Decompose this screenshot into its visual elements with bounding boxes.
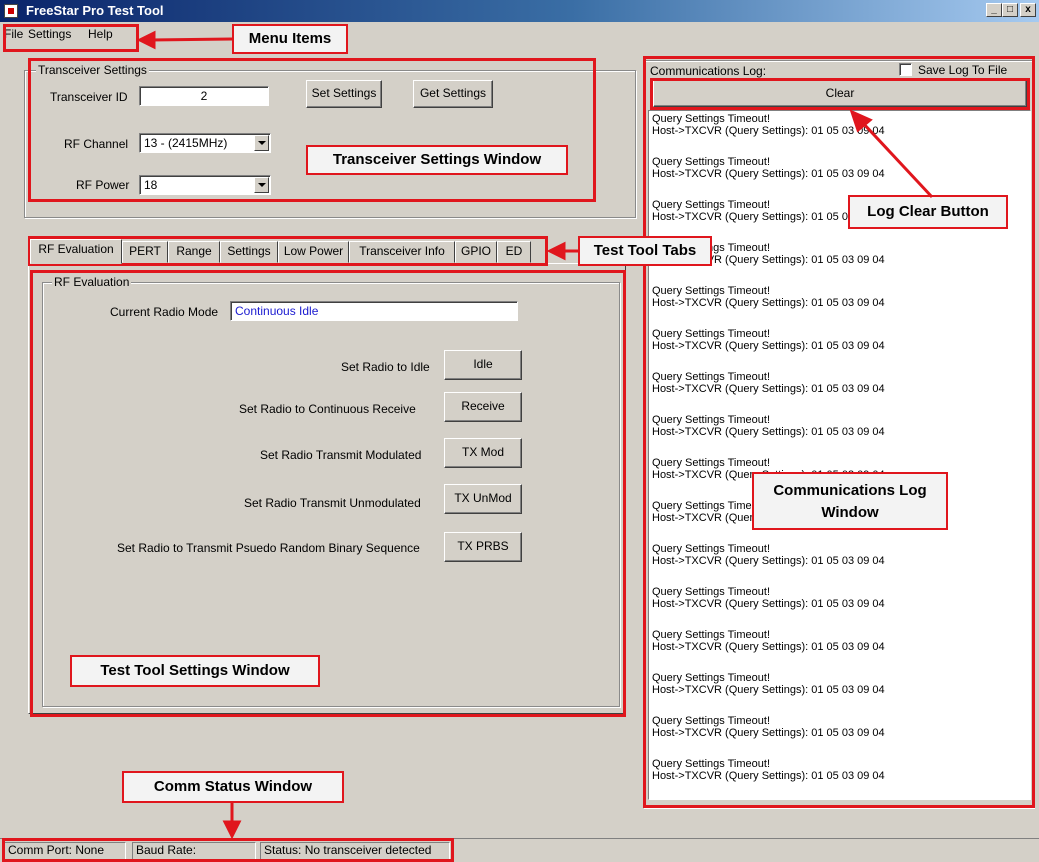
menu-items-arrowhead [136, 30, 156, 50]
clear-arrow [860, 120, 934, 199]
tab-rf-evaluation[interactable]: RF Evaluation [30, 239, 122, 264]
tabs-arrowhead [546, 241, 566, 261]
annotation-arrows [136, 30, 934, 840]
status-arrowhead [222, 820, 242, 840]
menu-items-arrow [149, 37, 233, 42]
